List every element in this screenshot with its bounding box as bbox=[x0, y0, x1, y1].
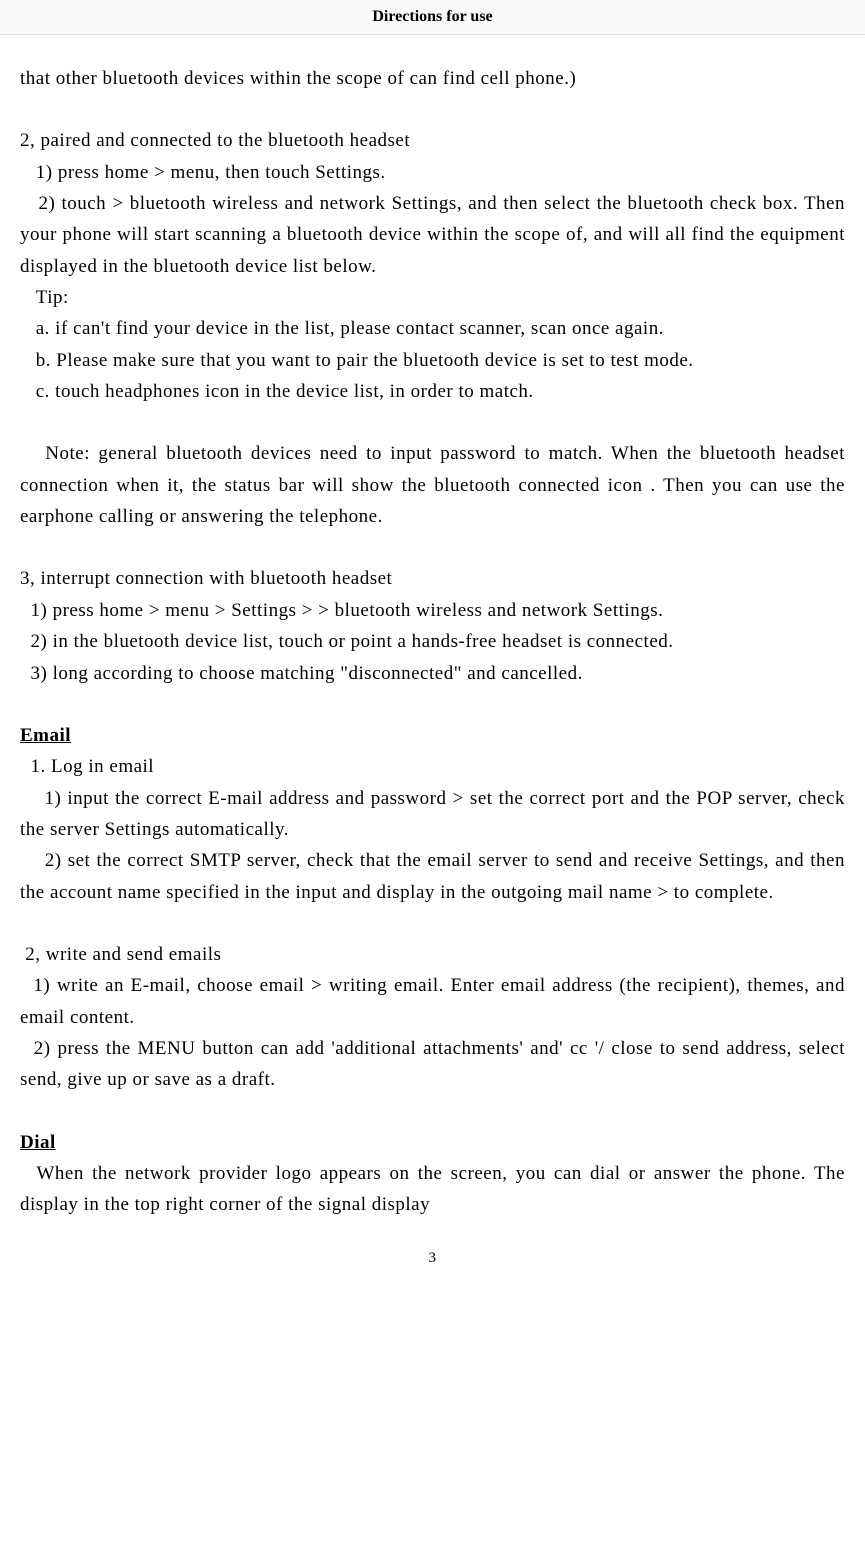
paragraph: 2, paired and connected to the bluetooth… bbox=[20, 125, 845, 156]
paragraph: 1. Log in email bbox=[20, 751, 845, 782]
paragraph: c. touch headphones icon in the device l… bbox=[20, 376, 845, 407]
paragraph: 2) set the correct SMTP server, check th… bbox=[20, 845, 845, 908]
spacer bbox=[20, 94, 845, 125]
paragraph: 1) press home > menu > Settings > > blue… bbox=[20, 595, 845, 626]
paragraph: b. Please make sure that you want to pai… bbox=[20, 345, 845, 376]
spacer bbox=[20, 407, 845, 438]
section-heading-email: Email bbox=[20, 720, 845, 751]
paragraph: 2) press the MENU button can add 'additi… bbox=[20, 1033, 845, 1096]
spacer bbox=[20, 1096, 845, 1127]
paragraph: 2, write and send emails bbox=[20, 939, 845, 970]
paragraph: Tip: bbox=[20, 282, 845, 313]
page-header: Directions for use bbox=[0, 0, 865, 35]
section-heading-dial: Dial bbox=[20, 1127, 845, 1158]
paragraph: a. if can't find your device in the list… bbox=[20, 313, 845, 344]
paragraph: 1) input the correct E-mail address and … bbox=[20, 783, 845, 846]
paragraph: 2) in the bluetooth device list, touch o… bbox=[20, 626, 845, 657]
paragraph: 1) press home > menu, then touch Setting… bbox=[20, 157, 845, 188]
spacer bbox=[20, 908, 845, 939]
spacer bbox=[20, 532, 845, 563]
spacer bbox=[20, 689, 845, 720]
paragraph: 2) touch > bluetooth wireless and networ… bbox=[20, 188, 845, 282]
page-number: 3 bbox=[20, 1221, 845, 1271]
paragraph: 3, interrupt connection with bluetooth h… bbox=[20, 563, 845, 594]
paragraph: When the network provider logo appears o… bbox=[20, 1158, 845, 1221]
paragraph: Note: general bluetooth devices need to … bbox=[20, 438, 845, 532]
header-title: Directions for use bbox=[372, 8, 492, 25]
document-body: that other bluetooth devices within the … bbox=[0, 35, 865, 1290]
paragraph: 1) write an E-mail, choose email > writi… bbox=[20, 970, 845, 1033]
paragraph: 3) long according to choose matching "di… bbox=[20, 658, 845, 689]
paragraph: that other bluetooth devices within the … bbox=[20, 63, 845, 94]
